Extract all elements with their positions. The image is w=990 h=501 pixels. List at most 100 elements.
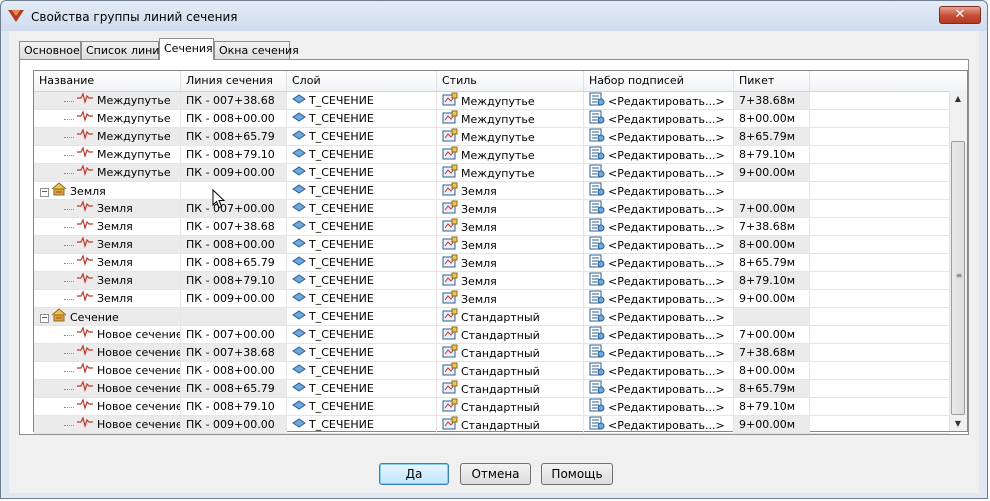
- cell-layer[interactable]: Т_СЕЧЕНИЕ: [287, 398, 437, 416]
- cell-picket[interactable]: 8+79.10м: [734, 398, 810, 416]
- cell-picket[interactable]: 8+65.79м: [734, 128, 810, 146]
- cell-label-set[interactable]: <Редактировать...>: [584, 290, 734, 308]
- cell-picket[interactable]: 8+79.10м: [734, 146, 810, 164]
- cell-layer[interactable]: Т_СЕЧЕНИЕ: [287, 416, 437, 434]
- cell-name[interactable]: Новое сечение: [34, 416, 181, 434]
- column-header-style[interactable]: Стиль: [437, 71, 584, 91]
- cell-picket[interactable]: 7+00.00м: [734, 200, 810, 218]
- cell-style[interactable]: Земля: [437, 218, 584, 236]
- cell-style[interactable]: Земля: [437, 272, 584, 290]
- group-row[interactable]: − Земля Т_СЕЧЕНИЕ Земля <Редактировать...>: [34, 182, 949, 200]
- cell-picket[interactable]: 8+00.00м: [734, 362, 810, 380]
- column-header-section-line[interactable]: Линия сечения: [181, 71, 287, 91]
- title-bar[interactable]: Свойства группы линий сечения ✕: [1, 1, 987, 31]
- tab-sections[interactable]: Сечения: [159, 38, 214, 60]
- column-header-layer[interactable]: Слой: [287, 71, 437, 91]
- cell-section-line[interactable]: ПК - 008+65.79: [181, 254, 287, 272]
- cell-label-set[interactable]: <Редактировать...>: [584, 344, 734, 362]
- table-row[interactable]: Междупутье ПК - 008+00.00 Т_СЕЧЕНИЕ Междупу…: [34, 110, 949, 128]
- cell-section-line[interactable]: [181, 182, 287, 200]
- cell-name[interactable]: Новое сечение: [34, 326, 181, 344]
- cell-label-set[interactable]: <Редактировать...>: [584, 200, 734, 218]
- cell-label-set[interactable]: <Редактировать...>: [584, 254, 734, 272]
- cell-style[interactable]: Земля: [437, 200, 584, 218]
- cell-layer[interactable]: Т_СЕЧЕНИЕ: [287, 164, 437, 182]
- table-row[interactable]: Земля ПК - 009+00.00 Т_СЕЧЕНИЕ Земля <Редакт…: [34, 290, 949, 308]
- cell-section-line[interactable]: ПК - 007+00.00: [181, 326, 287, 344]
- cell-layer[interactable]: Т_СЕЧЕНИЕ: [287, 218, 437, 236]
- cell-style[interactable]: Стандартный: [437, 326, 584, 344]
- table-row[interactable]: Междупутье ПК - 008+79.10 Т_СЕЧЕНИЕ Междупу…: [34, 146, 949, 164]
- cell-name[interactable]: Новое сечение: [34, 398, 181, 416]
- cell-style[interactable]: Стандартный: [437, 308, 584, 326]
- cell-picket[interactable]: 9+00.00м: [734, 164, 810, 182]
- column-header-name[interactable]: Название: [34, 71, 181, 91]
- cell-section-line[interactable]: ПК - 008+00.00: [181, 110, 287, 128]
- cell-name[interactable]: Земля: [34, 272, 181, 290]
- cell-name[interactable]: Новое сечение: [34, 344, 181, 362]
- cell-section-line[interactable]: ПК - 009+00.00: [181, 416, 287, 434]
- cell-label-set[interactable]: <Редактировать...>: [584, 380, 734, 398]
- cell-label-set[interactable]: <Редактировать...>: [584, 164, 734, 182]
- cell-picket[interactable]: 9+00.00м: [734, 416, 810, 434]
- cell-label-set[interactable]: <Редактировать...>: [584, 182, 734, 200]
- table-row[interactable]: Земля ПК - 007+38.68 Т_СЕЧЕНИЕ Земля <Редакт…: [34, 218, 949, 236]
- cell-layer[interactable]: Т_СЕЧЕНИЕ: [287, 326, 437, 344]
- column-header-picket[interactable]: Пикет: [734, 71, 810, 91]
- cell-layer[interactable]: Т_СЕЧЕНИЕ: [287, 254, 437, 272]
- cell-label-set[interactable]: <Редактировать...>: [584, 218, 734, 236]
- tab-line-list[interactable]: Список линий: [81, 41, 167, 59]
- vertical-scrollbar[interactable]: ▲ ≡ ▼: [949, 91, 967, 431]
- cell-section-line[interactable]: ПК - 009+00.00: [181, 290, 287, 308]
- cell-label-set[interactable]: <Редактировать...>: [584, 308, 734, 326]
- cell-label-set[interactable]: <Редактировать...>: [584, 236, 734, 254]
- cell-label-set[interactable]: <Редактировать...>: [584, 110, 734, 128]
- cell-section-line[interactable]: ПК - 008+79.10: [181, 398, 287, 416]
- tree-collapse-icon[interactable]: −: [40, 187, 49, 197]
- cell-picket[interactable]: [734, 308, 810, 326]
- cell-picket[interactable]: 7+38.68м: [734, 218, 810, 236]
- cell-label-set[interactable]: <Редактировать...>: [584, 146, 734, 164]
- cell-picket[interactable]: 7+38.68м: [734, 92, 810, 110]
- cell-style[interactable]: Междупутье: [437, 110, 584, 128]
- cell-layer[interactable]: Т_СЕЧЕНИЕ: [287, 290, 437, 308]
- cell-picket[interactable]: 7+00.00м: [734, 326, 810, 344]
- cell-section-line[interactable]: ПК - 007+38.68: [181, 218, 287, 236]
- cell-section-line[interactable]: ПК - 008+00.00: [181, 236, 287, 254]
- table-row[interactable]: Земля ПК - 008+00.00 Т_СЕЧЕНИЕ Земля <Редакт…: [34, 236, 949, 254]
- cell-layer[interactable]: Т_СЕЧЕНИЕ: [287, 362, 437, 380]
- table-row[interactable]: Новое сечение ПК - 008+79.10 Т_СЕЧЕНИЕ Стан…: [34, 398, 949, 416]
- cell-style[interactable]: Междупутье: [437, 128, 584, 146]
- cell-name[interactable]: Новое сечение: [34, 362, 181, 380]
- table-row[interactable]: Земля ПК - 008+65.79 Т_СЕЧЕНИЕ Земля <Редакт…: [34, 254, 949, 272]
- cell-name[interactable]: Междупутье: [34, 128, 181, 146]
- cell-style[interactable]: Земля: [437, 254, 584, 272]
- group-row[interactable]: − Сечение Т_СЕЧЕНИЕ Стандартный <Редактирова…: [34, 308, 949, 326]
- cell-picket[interactable]: 8+00.00м: [734, 110, 810, 128]
- cell-label-set[interactable]: <Редактировать...>: [584, 326, 734, 344]
- cell-picket[interactable]: [734, 182, 810, 200]
- cell-name[interactable]: Земля: [34, 236, 181, 254]
- cell-name[interactable]: Междупутье: [34, 164, 181, 182]
- cell-layer[interactable]: Т_СЕЧЕНИЕ: [287, 146, 437, 164]
- cell-picket[interactable]: 8+79.10м: [734, 272, 810, 290]
- cell-picket[interactable]: 8+65.79м: [734, 254, 810, 272]
- cell-layer[interactable]: Т_СЕЧЕНИЕ: [287, 272, 437, 290]
- cell-style[interactable]: Земля: [437, 182, 584, 200]
- cell-section-line[interactable]: ПК - 008+65.79: [181, 128, 287, 146]
- cell-picket[interactable]: 9+00.00м: [734, 290, 810, 308]
- cell-name[interactable]: Земля: [34, 290, 181, 308]
- cancel-button[interactable]: Отмена: [460, 463, 531, 485]
- cell-name[interactable]: Новое сечение: [34, 380, 181, 398]
- cell-label-set[interactable]: <Редактировать...>: [584, 362, 734, 380]
- close-button[interactable]: ✕: [939, 6, 981, 24]
- cell-picket[interactable]: 7+38.68м: [734, 344, 810, 362]
- cell-layer[interactable]: Т_СЕЧЕНИЕ: [287, 182, 437, 200]
- table-row[interactable]: Новое сечение ПК - 007+00.00 Т_СЕЧЕНИЕ Стан…: [34, 326, 949, 344]
- cell-section-line[interactable]: ПК - 007+38.68: [181, 344, 287, 362]
- table-row[interactable]: Междупутье ПК - 008+65.79 Т_СЕЧЕНИЕ Междупу…: [34, 128, 949, 146]
- cell-layer[interactable]: Т_СЕЧЕНИЕ: [287, 344, 437, 362]
- cell-name[interactable]: Земля: [34, 254, 181, 272]
- cell-label-set[interactable]: <Редактировать...>: [584, 92, 734, 110]
- help-button[interactable]: Помощь: [541, 463, 613, 485]
